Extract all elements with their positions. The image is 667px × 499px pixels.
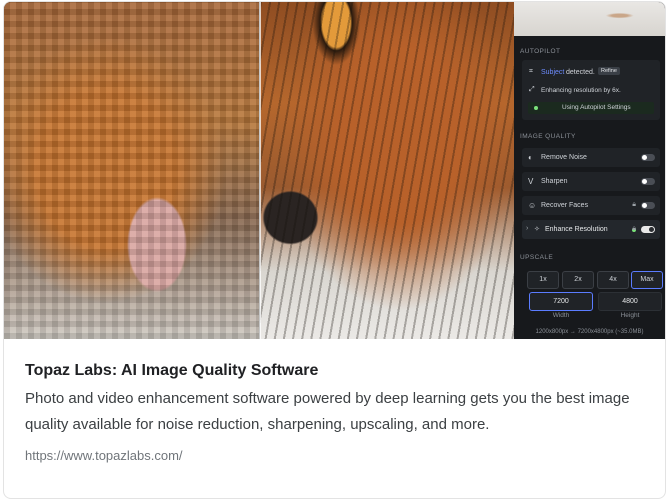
original-half xyxy=(4,2,259,339)
enhancing-text: Enhancing resolution by 6x. xyxy=(541,87,621,94)
chevron-right-icon: › xyxy=(526,225,529,232)
sharpen-label: Sharpen xyxy=(541,178,568,185)
comparison-divider xyxy=(259,2,261,339)
noise-icon: ◐ xyxy=(528,153,533,162)
link-preview-card[interactable]: AUTOPILOT ⌗ Subject detected. Refine ⤢ E… xyxy=(3,1,666,499)
width-label: Width xyxy=(552,312,570,319)
autopilot-heading: AUTOPILOT xyxy=(520,48,561,55)
result-title[interactable]: Topaz Labs: AI Image Quality Software xyxy=(25,362,645,380)
enhance-resolution-toggle[interactable] xyxy=(641,226,655,233)
detected-word: detected. xyxy=(566,69,595,76)
remove-noise-row[interactable]: ◐ Remove Noise xyxy=(522,148,660,167)
autopilot-box: ⌗ Subject detected. Refine ⤢ Enhancing r… xyxy=(522,60,660,120)
sharpen-row[interactable]: V Sharpen xyxy=(522,172,660,191)
width-input[interactable]: 7200 xyxy=(529,292,593,311)
upscale-heading: UPSCALE xyxy=(520,254,554,261)
result-description: Photo and video enhancement software pow… xyxy=(25,390,630,433)
height-input[interactable]: 4800 xyxy=(598,292,662,311)
wand-icon: ⤢ xyxy=(529,86,535,93)
navigator-thumbnail xyxy=(514,2,665,36)
upscale-2x-button[interactable]: 2x xyxy=(562,271,594,289)
subject-icon: ⌗ xyxy=(529,68,533,75)
upscale-1x-button[interactable]: 1x xyxy=(527,271,559,289)
status-dot-icon xyxy=(534,106,538,110)
recover-faces-row[interactable]: ☺ Recover Faces 🔒︎ xyxy=(522,196,660,215)
tiger-comparison-image xyxy=(4,2,514,339)
upscale-max-button[interactable]: Max xyxy=(631,271,663,289)
enhanced-half xyxy=(260,2,514,339)
image-quality-heading: IMAGE QUALITY xyxy=(520,133,576,140)
lock-icon: 🔒︎ xyxy=(632,225,636,232)
sparkle-icon: ✧ xyxy=(534,226,540,233)
height-label: Height xyxy=(620,312,640,319)
output-summary: 1200x800px → 7200x4800px (~35.0MB) xyxy=(535,329,644,335)
settings-panel: AUTOPILOT ⌗ Subject detected. Refine ⤢ E… xyxy=(514,2,665,339)
preview-image: AUTOPILOT ⌗ Subject detected. Refine ⤢ E… xyxy=(4,2,665,339)
result-url[interactable]: https://www.topazlabs.com/ xyxy=(25,448,645,463)
enhance-resolution-label: Enhance Resolution xyxy=(545,226,608,233)
lock-icon: 🔒︎ xyxy=(632,201,636,208)
recover-faces-label: Recover Faces xyxy=(541,202,589,209)
face-icon: ☺ xyxy=(528,201,537,210)
sharpen-icon: V xyxy=(528,177,534,186)
refine-button[interactable]: Refine xyxy=(598,67,620,75)
remove-noise-toggle[interactable] xyxy=(641,154,655,161)
autopilot-status-bar: Using Autopilot Settings xyxy=(528,102,654,114)
upscale-4x-button[interactable]: 4x xyxy=(597,271,629,289)
enhance-resolution-row[interactable]: › ✧ Enhance Resolution 🔒︎ xyxy=(522,220,660,239)
sharpen-toggle[interactable] xyxy=(641,178,655,185)
using-autopilot-text: Using Autopilot Settings xyxy=(562,104,631,111)
remove-noise-label: Remove Noise xyxy=(541,154,587,161)
subject-word: Subject xyxy=(541,69,565,76)
result-text: Topaz Labs: AI Image Quality Software Ph… xyxy=(25,362,645,463)
recover-faces-toggle[interactable] xyxy=(641,202,655,209)
